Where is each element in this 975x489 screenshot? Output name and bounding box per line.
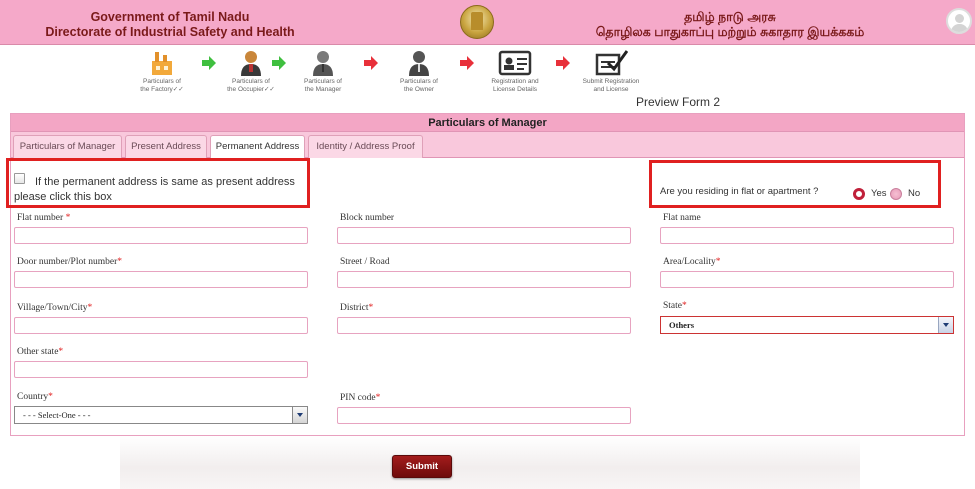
village-input[interactable] [14, 317, 308, 334]
flat-number-label: Flat number * [17, 213, 71, 223]
preview-form-link[interactable]: Preview Form 2 [636, 95, 720, 109]
flat-name-label: Flat name [663, 213, 701, 223]
header-tamil: தமிழ் நாடு அரசு தொழிலக பாதுகாப்பு மற்றும… [560, 10, 900, 40]
step-label: and License [593, 86, 629, 93]
step-label: Particulars of [400, 78, 438, 85]
country-select[interactable]: - - - Select-One - - - [14, 406, 308, 424]
highlight-box [649, 160, 941, 208]
owner-person-icon [406, 49, 432, 77]
radio-yes[interactable] [853, 188, 865, 200]
same-address-label: If the permanent address is same as pres… [14, 176, 295, 203]
header-en-line1: Government of Tamil Nadu [90, 10, 250, 24]
flat-name-input[interactable] [660, 227, 954, 244]
manager-person-icon [310, 49, 336, 77]
pin-code-label: PIN code* [340, 393, 381, 403]
radio-no[interactable] [890, 188, 902, 200]
step-label: the Manager [304, 86, 342, 93]
street-label: Street / Road [340, 257, 390, 267]
door-number-input[interactable] [14, 271, 308, 288]
step-label: Particulars of [232, 78, 270, 85]
village-label: Village/Town/City* [17, 303, 93, 313]
other-state-label: Other state* [17, 347, 64, 357]
red-arrow-icon [460, 56, 474, 70]
step-label: Particulars of [304, 78, 342, 85]
id-card-icon [498, 49, 532, 77]
step-submit[interactable]: Submit Registration and License [576, 49, 646, 94]
radio-no-label: No [908, 188, 921, 199]
step-registration[interactable]: Registration and License Details [480, 49, 550, 94]
checklist-icon [595, 49, 629, 77]
page-header: Government of Tamil Nadu Directorate of … [0, 0, 975, 45]
flat-number-input[interactable] [14, 227, 308, 244]
chevron-down-icon[interactable] [938, 317, 953, 333]
red-arrow-icon [556, 56, 570, 70]
header-ta-line1: தமிழ் நாடு அரசு [684, 10, 776, 24]
red-arrow-icon [364, 56, 378, 70]
tab-bar: Particulars of Manager Present Address P… [11, 132, 964, 159]
header-ta-line2: தொழிலக பாதுகாப்பு மற்றும் சுகாதார இயக்கக… [595, 25, 865, 39]
tab-particulars-of-manager[interactable]: Particulars of Manager [13, 135, 122, 158]
district-input[interactable] [337, 317, 631, 334]
step-label: the Factory✓✓ [140, 86, 184, 93]
user-avatar-icon[interactable] [946, 8, 972, 34]
header-english: Government of Tamil Nadu Directorate of … [40, 10, 300, 40]
factory-icon [149, 49, 175, 77]
green-arrow-icon [272, 56, 286, 70]
tab-identity-address-proof[interactable]: Identity / Address Proof [308, 135, 423, 158]
district-label: District* [340, 303, 374, 313]
state-label: State* [663, 301, 687, 311]
pin-code-input[interactable] [337, 407, 631, 424]
street-input[interactable] [337, 271, 631, 288]
occupier-person-icon [238, 49, 264, 77]
same-address-checkbox[interactable] [14, 173, 25, 184]
radio-yes-label: Yes [871, 188, 887, 199]
state-select[interactable]: Others [660, 316, 954, 334]
step-label: Particulars of [143, 78, 181, 85]
area-input[interactable] [660, 271, 954, 288]
tab-present-address[interactable]: Present Address [125, 135, 207, 158]
step-label: the Occupier✓✓ [227, 86, 275, 93]
tamil-nadu-emblem-icon [460, 5, 494, 39]
step-label: Registration and [491, 78, 539, 85]
step-label: License Details [492, 86, 538, 93]
block-number-label: Block number [340, 213, 395, 223]
background-image [120, 436, 860, 489]
country-label: Country* [17, 392, 53, 402]
green-arrow-icon [202, 56, 216, 70]
step-owner[interactable]: Particulars of the Owner [384, 49, 454, 94]
residing-question: Are you residing in flat or apartment ? [660, 186, 819, 197]
other-state-input[interactable] [14, 361, 308, 378]
step-label: the Owner [404, 86, 434, 93]
tab-permanent-address[interactable]: Permanent Address [210, 135, 305, 159]
step-label: Submit Registration [582, 78, 640, 85]
step-manager[interactable]: Particulars of the Manager [288, 49, 358, 94]
chevron-down-icon[interactable] [292, 407, 307, 423]
submit-button[interactable]: Submit [392, 455, 452, 478]
panel-title: Particulars of Manager [11, 114, 964, 132]
step-factory[interactable]: Particulars of the Factory✓✓ [127, 49, 197, 94]
area-label: Area/Locality* [663, 257, 721, 267]
door-number-label: Door number/Plot number* [17, 257, 123, 267]
block-number-input[interactable] [337, 227, 631, 244]
header-en-line2: Directorate of Industrial Safety and Hea… [45, 25, 295, 39]
